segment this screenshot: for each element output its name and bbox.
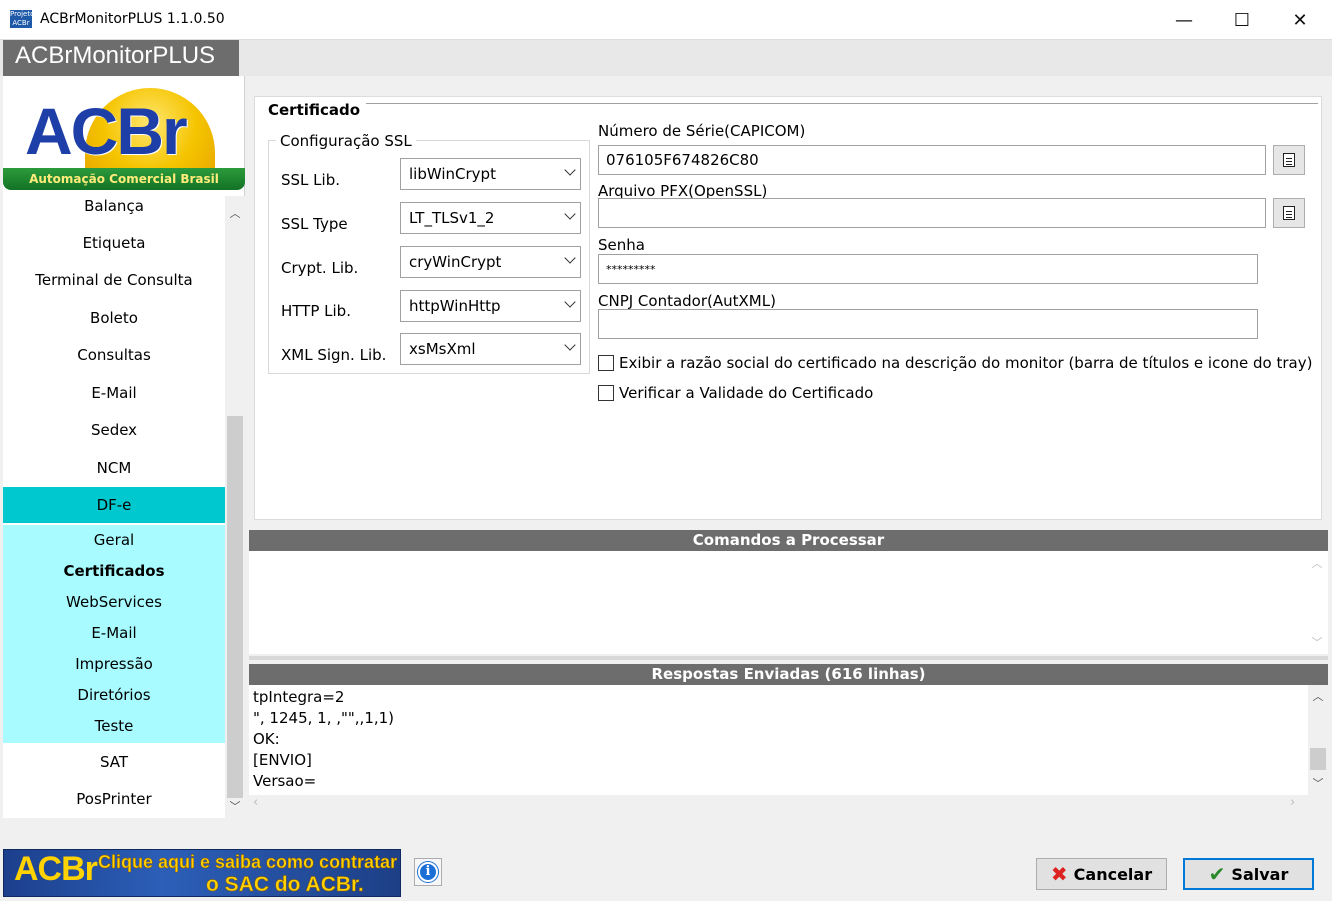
response-line: [ENVIO]	[253, 751, 312, 769]
scroll-up-arrow-icon[interactable]: ︿	[1308, 688, 1328, 704]
crypt-lib-select[interactable]: cryWinCrypt	[400, 246, 581, 278]
numero-serie-label: Número de Série(CAPICOM)	[598, 122, 806, 140]
http-lib-value: httpWinHttp	[409, 297, 501, 315]
sidebar-item-dfe[interactable]: DF-e	[3, 487, 225, 523]
verificar-validade-checkbox[interactable]	[598, 385, 614, 401]
crypt-lib-value: cryWinCrypt	[409, 253, 502, 271]
sac-banner-line1[interactable]: Clique aqui e saiba como contratar	[98, 852, 398, 873]
verificar-validade-label[interactable]: Verificar a Validade do Certificado	[619, 384, 873, 402]
sidebar-item-ncm[interactable]: NCM	[3, 450, 225, 486]
chevron-down-icon	[564, 296, 576, 308]
sidebar-item-sat[interactable]: SAT	[3, 744, 225, 780]
ssl-type-label: SSL Type	[281, 215, 348, 233]
numero-serie-input[interactable]: 076105F674826C80	[598, 145, 1266, 175]
logo-tagline: Automação Comercial Brasil	[3, 168, 245, 190]
exibir-razao-label[interactable]: Exibir a razão social do certificado na …	[619, 354, 1312, 372]
exibir-razao-checkbox[interactable]	[598, 355, 614, 371]
xml-sign-lib-select[interactable]: xsMsXml	[400, 333, 581, 365]
ssl-lib-value: libWinCrypt	[409, 165, 496, 183]
info-button[interactable]: i	[414, 858, 442, 886]
sac-acbr-logo: ACBr	[14, 850, 98, 888]
http-lib-label: HTTP Lib.	[281, 302, 351, 320]
acbr-logo-text: ACBr	[25, 94, 188, 168]
ssl-type-select[interactable]: LT_TLSv1_2	[400, 202, 581, 234]
cancel-button-label: Cancelar	[1073, 864, 1153, 884]
close-button[interactable]: ✕	[1271, 0, 1329, 40]
senha-label: Senha	[598, 236, 645, 254]
scroll-down-arrow-icon[interactable]: ﹀	[225, 798, 245, 814]
sidebar-subitem-email[interactable]: E-Mail	[3, 618, 225, 649]
sidebar-item-boleto[interactable]: Boleto	[3, 300, 225, 336]
sidebar-subitem-webservices[interactable]: WebServices	[3, 587, 225, 618]
document-icon	[1283, 153, 1295, 167]
http-lib-select[interactable]: httpWinHttp	[400, 290, 581, 322]
chevron-down-icon	[564, 252, 576, 264]
splitter[interactable]	[249, 656, 1328, 660]
chevron-down-icon	[564, 339, 576, 351]
brand-tab: ACBrMonitorPLUS	[3, 40, 239, 76]
sidebar-item-posprinter[interactable]: PosPrinter	[3, 781, 225, 817]
xml-sign-lib-value: xsMsXml	[409, 340, 476, 358]
respostas-horizontal-scrollbar[interactable]	[249, 795, 1308, 813]
info-icon: i	[418, 862, 438, 882]
checkmark-icon: ✔	[1208, 862, 1226, 886]
respostas-textarea[interactable]: tpIntegra=2 ", 1245, 1, ,"",,1,1) OK: [E…	[249, 685, 1308, 795]
sidebar-subitem-geral[interactable]: Geral	[3, 525, 225, 556]
comandos-textarea[interactable]	[249, 551, 1328, 654]
sidebar-subitem-impressao[interactable]: Impressão	[3, 649, 225, 680]
senha-input[interactable]: *********	[598, 254, 1258, 284]
cnpj-contador-label: CNPJ Contador(AutXML)	[598, 292, 776, 310]
browse-pfx-button[interactable]	[1273, 198, 1305, 228]
sidebar-item-email[interactable]: E-Mail	[3, 375, 225, 411]
sidebar-scrollbar-thumb[interactable]	[227, 416, 243, 798]
sidebar-item-balanca[interactable]: Balança	[3, 188, 225, 224]
chevron-down-icon	[564, 164, 576, 176]
sidebar-subitem-diretorios[interactable]: Diretórios	[3, 680, 225, 711]
browse-certificate-button[interactable]	[1273, 145, 1305, 175]
cnpj-contador-input[interactable]	[598, 309, 1258, 339]
maximize-button[interactable]: ☐	[1213, 0, 1271, 40]
crypt-lib-label: Crypt. Lib.	[281, 259, 359, 277]
scroll-right-arrow-icon[interactable]: ›	[1290, 795, 1295, 810]
sidebar-item-sedex[interactable]: Sedex	[3, 412, 225, 448]
app-icon: Projeto ACBr	[10, 10, 35, 28]
save-button[interactable]: ✔ Salvar	[1183, 858, 1314, 890]
minimize-button[interactable]: —	[1155, 0, 1213, 40]
response-line: tpIntegra=2	[253, 688, 345, 706]
respostas-scrollbar-thumb[interactable]	[1310, 748, 1326, 770]
comandos-header: Comandos a Processar	[249, 530, 1328, 551]
response-line: OK:	[253, 730, 280, 748]
save-button-label: Salvar	[1231, 864, 1289, 884]
section-divider	[360, 103, 1318, 104]
sidebar-subitem-teste[interactable]: Teste	[3, 711, 225, 743]
cancel-button[interactable]: ✖ Cancelar	[1036, 858, 1167, 890]
sidebar-item-terminal-consulta[interactable]: Terminal de Consulta	[3, 262, 225, 298]
arquivo-pfx-input[interactable]	[598, 198, 1266, 228]
ssl-lib-label: SSL Lib.	[281, 171, 340, 189]
ssl-config-title: Configuração SSL	[276, 132, 416, 150]
certificado-title: Certificado	[268, 101, 367, 119]
cancel-x-icon: ✖	[1050, 862, 1068, 886]
scroll-down-arrow-icon[interactable]: ﹀	[1308, 775, 1328, 791]
sac-banner-line2[interactable]: o SAC do ACBr.	[206, 873, 364, 897]
xml-sign-lib-label: XML Sign. Lib.	[281, 346, 387, 364]
sidebar-subitem-certificados[interactable]: Certificados	[3, 556, 225, 587]
document-icon	[1283, 206, 1295, 220]
scroll-left-arrow-icon[interactable]: ‹	[253, 795, 258, 810]
sidebar-item-etiqueta[interactable]: Etiqueta	[3, 225, 225, 261]
chevron-down-icon	[564, 208, 576, 220]
response-line: ", 1245, 1, ,"",,1,1)	[253, 709, 395, 727]
respostas-header: Respostas Enviadas (616 linhas)	[249, 664, 1328, 685]
sidebar-item-consultas[interactable]: Consultas	[3, 337, 225, 373]
window-title: ACBrMonitorPLUS 1.1.0.50	[40, 11, 225, 27]
response-line: Versao=	[253, 772, 317, 790]
ssl-type-value: LT_TLSv1_2	[409, 209, 495, 227]
ssl-lib-select[interactable]: libWinCrypt	[400, 158, 581, 190]
scroll-up-arrow-icon[interactable]: ︿	[225, 205, 245, 221]
scroll-up-arrow-icon[interactable]: ︿	[1307, 555, 1327, 571]
scroll-down-arrow-icon[interactable]: ﹀	[1307, 634, 1327, 650]
